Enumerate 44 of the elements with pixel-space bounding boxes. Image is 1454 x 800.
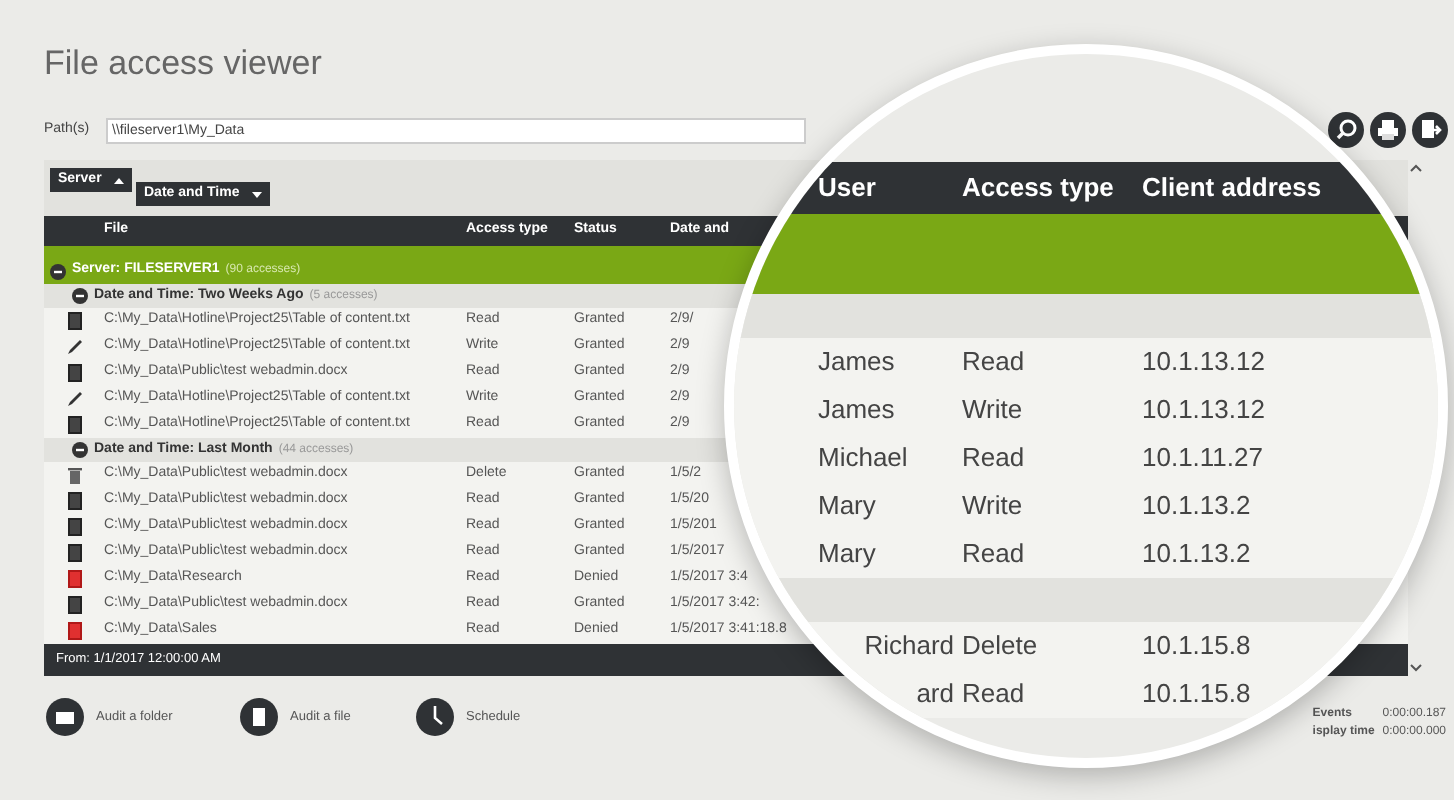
table-cell-text: Richard: [864, 628, 954, 665]
caret-icon: [251, 191, 262, 197]
table-cell-text: James: [818, 344, 895, 381]
table-cell-text: 10.1.13.12: [1142, 344, 1265, 381]
page-title: File access viewer: [44, 42, 322, 86]
chevron-up-icon[interactable]: [1410, 164, 1422, 172]
table-cell-text: 10.1.11.27: [1142, 440, 1263, 477]
table-cell-text: Read: [962, 536, 1025, 573]
document-icon: [67, 416, 81, 434]
table-cell-text: 10.1.15.8: [1142, 628, 1251, 665]
table-cell-text: 10.1.15.8: [1142, 676, 1251, 713]
export-icon[interactable]: [1412, 112, 1448, 148]
table-cell-text: Write: [962, 392, 1023, 429]
table-cell-text: Mary: [818, 536, 876, 573]
file-icon[interactable]: [240, 698, 278, 736]
column-header[interactable]: User: [818, 168, 876, 208]
chevron-down-icon[interactable]: [1410, 664, 1422, 672]
document-icon: [67, 312, 81, 330]
document-icon: [67, 364, 81, 382]
pencil-icon: [65, 390, 83, 408]
collapse-icon[interactable]: [72, 288, 88, 304]
table-cell-text: James: [818, 392, 895, 429]
search-icon[interactable]: [1328, 112, 1364, 148]
clock-icon[interactable]: [416, 698, 454, 736]
column-header[interactable]: Client address: [1142, 168, 1322, 208]
table-cell-text: 10.1.13.12: [1142, 392, 1265, 429]
trash-icon: [67, 466, 81, 484]
table-cell-text: 10.1.13.2: [1142, 488, 1251, 525]
collapse-icon[interactable]: [50, 264, 66, 280]
pencil-icon: [65, 338, 83, 356]
table-cell-text: Delete: [962, 628, 1038, 665]
caret-icon: [113, 177, 124, 183]
table-cell-text: Read: [962, 344, 1025, 381]
table-cell-text: ard: [916, 676, 954, 713]
table-cell-text: Read: [962, 676, 1025, 713]
printer-icon[interactable]: [1370, 112, 1406, 148]
table-cell-text: Write: [962, 488, 1023, 525]
table-cell-text: Mary: [818, 488, 876, 525]
column-header[interactable]: Access type: [962, 168, 1114, 208]
folder-icon[interactable]: [46, 698, 84, 736]
table-cell-text: Read: [962, 440, 1025, 477]
table-cell-text: Michael: [818, 440, 908, 477]
collapse-icon[interactable]: [72, 442, 88, 458]
table-cell-text: 10.1.13.2: [1142, 536, 1251, 573]
